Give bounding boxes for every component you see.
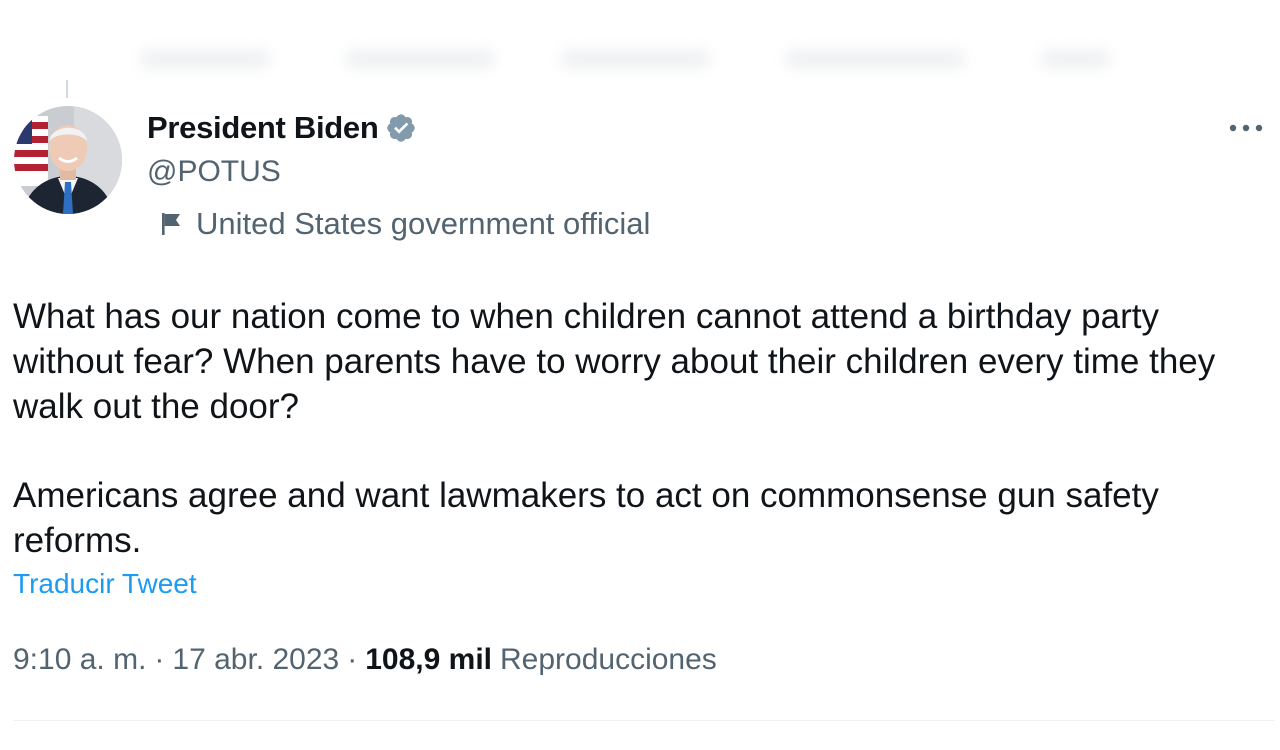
meta-separator: ·	[347, 643, 358, 676]
tweet-metadata: 9:10 a. m. · 17 abr. 2023 · 108,9 mil Re…	[13, 643, 717, 677]
flag-icon	[160, 210, 184, 238]
more-options-button[interactable]	[1226, 114, 1266, 142]
more-horizontal-icon	[1229, 124, 1263, 132]
blurred-navigation	[130, 38, 1130, 82]
translate-tweet-link[interactable]: Traducir Tweet	[13, 568, 197, 600]
meta-separator: ·	[154, 643, 165, 676]
tweet-page: President Biden @POTUS United States gov…	[0, 0, 1280, 750]
thread-connector-line	[66, 80, 68, 98]
views-count[interactable]: 108,9 mil	[365, 643, 492, 677]
avatar[interactable]	[14, 106, 122, 214]
tweet-time[interactable]: 9:10 a. m.	[13, 643, 146, 677]
affiliation-label-text: United States government official	[196, 206, 651, 241]
tweet-text-paragraph-2: Americans agree and want lawmakers to ac…	[13, 476, 1159, 560]
verified-badge-icon	[385, 112, 417, 144]
tweet-date[interactable]: 17 abr. 2023	[172, 643, 339, 677]
author-name-row: President Biden	[147, 110, 417, 146]
author-name[interactable]: President Biden	[147, 110, 379, 146]
divider	[13, 720, 1275, 721]
author-handle[interactable]: @POTUS	[147, 155, 281, 189]
views-label[interactable]: Reproducciones	[500, 643, 717, 677]
tweet-text-paragraph-1: What has our nation come to when childre…	[13, 297, 1216, 426]
affiliation-label: United States government official	[160, 206, 650, 242]
